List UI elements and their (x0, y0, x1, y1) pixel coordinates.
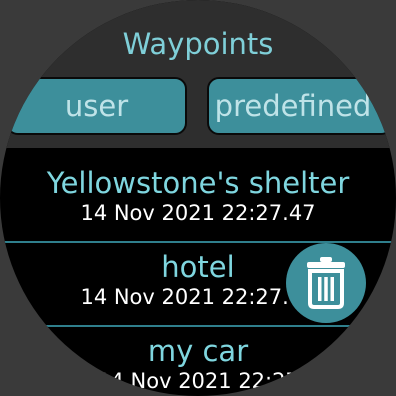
tab-user[interactable]: user (6, 77, 187, 135)
page-title: Waypoints (122, 27, 274, 61)
list-item[interactable]: my car 14 Nov 2021 22:27 (0, 334, 396, 394)
trash-icon (307, 257, 345, 309)
watch-screen: Waypoints user predefined Yellowstone's … (0, 0, 396, 396)
divider (0, 241, 396, 243)
tab-predefined[interactable]: predefined (207, 77, 393, 135)
waypoint-date: 14 Nov 2021 22:27.47 (80, 201, 316, 225)
header: Waypoints user predefined (0, 0, 396, 148)
list-item[interactable]: Yellowstone's shelter 14 Nov 2021 22:27.… (0, 166, 396, 226)
delete-button[interactable] (286, 243, 366, 323)
waypoint-name: Yellowstone's shelter (46, 166, 350, 200)
waypoint-name: my car (147, 334, 249, 368)
divider (0, 325, 396, 327)
waypoint-date: 14 Nov 2021 22:27 (97, 369, 299, 393)
